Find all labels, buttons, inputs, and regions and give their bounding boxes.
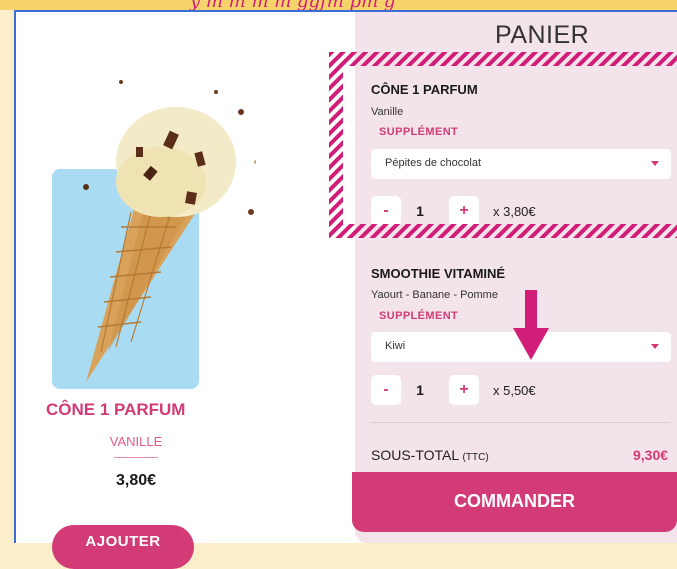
unit-price: x 5,50€ <box>493 383 536 398</box>
quantity-decrease-button[interactable]: - <box>371 375 401 405</box>
cart-item-description: Yaourt - Banane - Pomme <box>371 289 498 301</box>
chevron-down-icon <box>651 344 659 349</box>
product-name: CÔNE 1 PARFUM <box>46 400 186 419</box>
cart-panel: PANIER CÔNE 1 PARFUM Vanille SUPPLÉMENT … <box>355 12 677 543</box>
cart-item-description: Vanille <box>371 106 404 118</box>
subtotal-text: SOUS-TOTAL <box>371 447 459 463</box>
cart-title: PANIER <box>495 21 590 49</box>
quantity-decrease-button[interactable]: - <box>371 196 401 226</box>
product-divider <box>114 457 158 458</box>
quantity-increase-button[interactable]: + <box>449 375 479 405</box>
quantity-value: 1 <box>416 203 424 219</box>
supplement-select[interactable]: Pépites de chocolat <box>371 149 671 179</box>
product-card: CÔNE 1 PARFUM VANILLE 3,80€ AJOUTER <box>16 12 351 569</box>
app-window: CÔNE 1 PARFUM VANILLE 3,80€ AJOUTER PANI… <box>14 10 677 569</box>
ice-cream-cone-image <box>83 80 256 382</box>
subtotal-value: 9,30€ <box>633 447 669 463</box>
product-price: 3,80€ <box>115 472 157 489</box>
subtotal-divider <box>371 422 671 423</box>
supplement-selected-value: Pépites de chocolat <box>385 157 482 169</box>
unit-price: x 3,80€ <box>493 204 536 219</box>
subtotal-tax-note: (TTC) <box>462 452 489 463</box>
add-to-cart-button[interactable]: AJOUTER <box>52 525 194 569</box>
supplement-selected-value: Kiwi <box>385 340 406 352</box>
product-flavor: VANILLE <box>109 434 163 449</box>
supplement-label: SUPPLÉMENT <box>379 126 459 138</box>
quantity-value: 1 <box>416 382 424 398</box>
quantity-increase-button[interactable]: + <box>449 196 479 226</box>
supplement-label: SUPPLÉMENT <box>379 310 459 322</box>
cart-item-name: SMOOTHIE VITAMINÉ <box>371 266 506 281</box>
chevron-down-icon <box>651 161 659 166</box>
subtotal-label: SOUS-TOTAL (TTC) <box>371 447 489 463</box>
cart-item-name: CÔNE 1 PARFUM <box>371 82 478 97</box>
annotation-arrow-icon <box>513 290 549 360</box>
order-button[interactable]: COMMANDER <box>352 472 677 532</box>
